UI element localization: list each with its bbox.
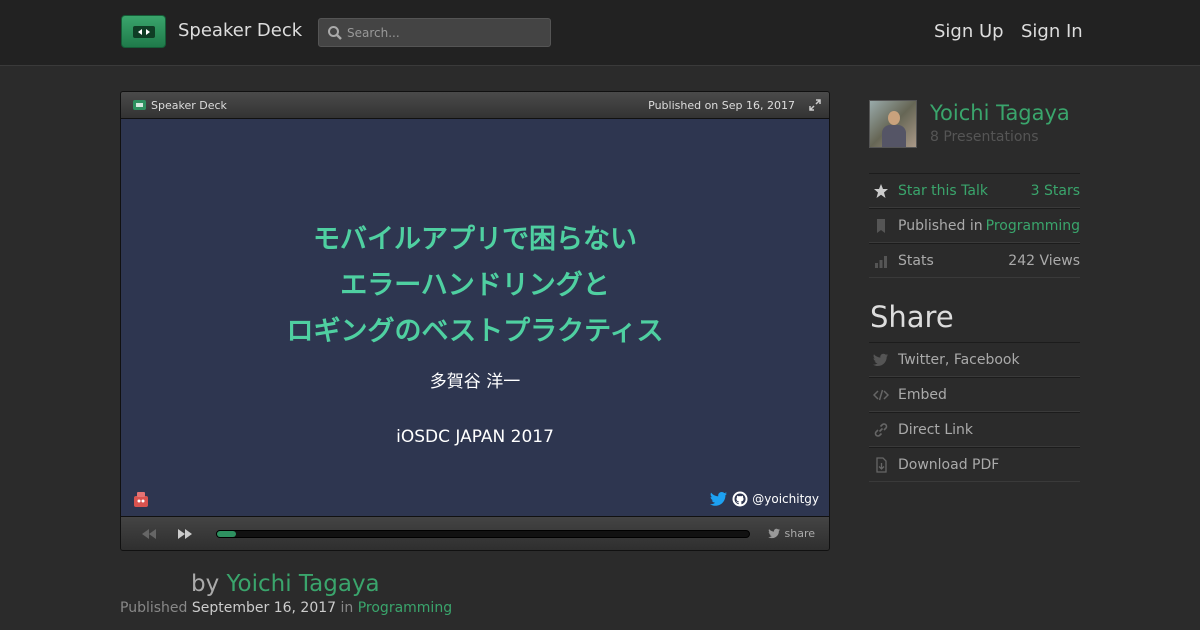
published-date: September 16, 2017 [191,600,337,616]
byline-author-link[interactable]: Yoichi Tagaya [227,571,380,597]
published-label: Published [120,600,188,616]
twitter-icon [873,353,889,367]
view-count: 242 Views [1008,253,1080,269]
author-avatar[interactable] [869,100,917,148]
category-link[interactable]: Programming [358,600,452,616]
slide-handle: @yoichitgy [710,491,819,507]
player-brand[interactable]: Speaker Deck [151,99,227,112]
published-in-category-link[interactable]: Programming [986,218,1080,234]
download-icon [876,457,887,473]
player-controls: share [121,516,829,550]
slide-title: モバイルアプリで困らない エラーハンドリングと ロギングのベストプラクティス [121,217,829,355]
search-box[interactable] [318,18,551,47]
slide-event: iOSDC JAPAN 2017 [396,427,554,447]
published-in-label: Published in [898,218,983,234]
slide-title-line: モバイルアプリで困らない [313,224,637,255]
share-twitter-facebook-label[interactable]: Twitter, Facebook [898,352,1020,368]
code-icon [873,389,889,401]
share-direct-link-label[interactable]: Direct Link [898,422,973,438]
search-input[interactable] [347,25,537,40]
in-label: in [340,600,354,616]
stats-label: Stats [898,253,934,269]
share-label: share [784,527,816,540]
share-embed-label[interactable]: Embed [898,387,947,403]
brand-name[interactable]: Speaker Deck [178,20,302,41]
link-icon [874,423,888,437]
twitter-icon [710,492,728,506]
mascot-icon [134,492,148,507]
presentation-count: 8 Presentations [930,129,1039,145]
share-embed[interactable]: Embed [869,377,1080,412]
sign-in-link[interactable]: Sign In [1021,21,1083,42]
published-in-row: Published in Programming [869,208,1080,243]
share-direct-link[interactable]: Direct Link [869,412,1080,447]
star-talk-row[interactable]: Star this Talk 3 Stars [869,173,1080,208]
sidebar-author-name[interactable]: Yoichi Tagaya [930,101,1070,125]
slide-progress-bar[interactable] [216,530,750,538]
search-icon [328,25,342,40]
github-icon [732,491,748,507]
slide-player: Speaker Deck Published on Sep 16, 2017 モ… [120,91,830,551]
published-meta: Published September 16, 2017 in Programm… [120,600,452,616]
stats-row: Stats 242 Views [869,243,1080,278]
fullscreen-icon[interactable] [809,99,821,111]
sign-up-link[interactable]: Sign Up [934,21,1004,42]
previous-slide-icon[interactable] [141,528,157,540]
slide-title-line: エラーハンドリングと [340,270,610,301]
bookmark-icon [877,219,885,233]
slide-progress-fill [217,531,236,537]
by-prefix: by [191,571,220,597]
star-count[interactable]: 3 Stars [1031,183,1080,199]
share-download-pdf-label[interactable]: Download PDF [898,457,999,473]
share-download-pdf[interactable]: Download PDF [869,447,1080,482]
share-button[interactable]: share [767,527,816,540]
speaker-deck-logo-icon[interactable] [121,15,166,48]
star-talk-label[interactable]: Star this Talk [898,183,988,199]
handle-text: @yoichitgy [752,492,819,506]
byline: by Yoichi Tagaya [191,571,380,597]
player-top-bar: Speaker Deck Published on Sep 16, 2017 [121,92,829,119]
published-date-top: Published on Sep 16, 2017 [648,99,795,112]
next-slide-icon[interactable] [177,528,193,540]
share-twitter-facebook[interactable]: Twitter, Facebook [869,342,1080,377]
star-icon [874,184,888,198]
slide-author: 多賀谷 洋一 [429,372,521,392]
speaker-deck-mini-icon[interactable] [133,100,146,110]
slide-title-line: ロギングのベストプラクティス [286,316,664,347]
twitter-bird-icon [767,528,780,539]
site-header: Speaker Deck Sign Up Sign In [0,0,1200,66]
bar-chart-icon [875,256,887,268]
current-slide[interactable]: モバイルアプリで困らない エラーハンドリングと ロギングのベストプラクティス 多… [121,119,829,516]
share-heading: Share [870,300,954,334]
